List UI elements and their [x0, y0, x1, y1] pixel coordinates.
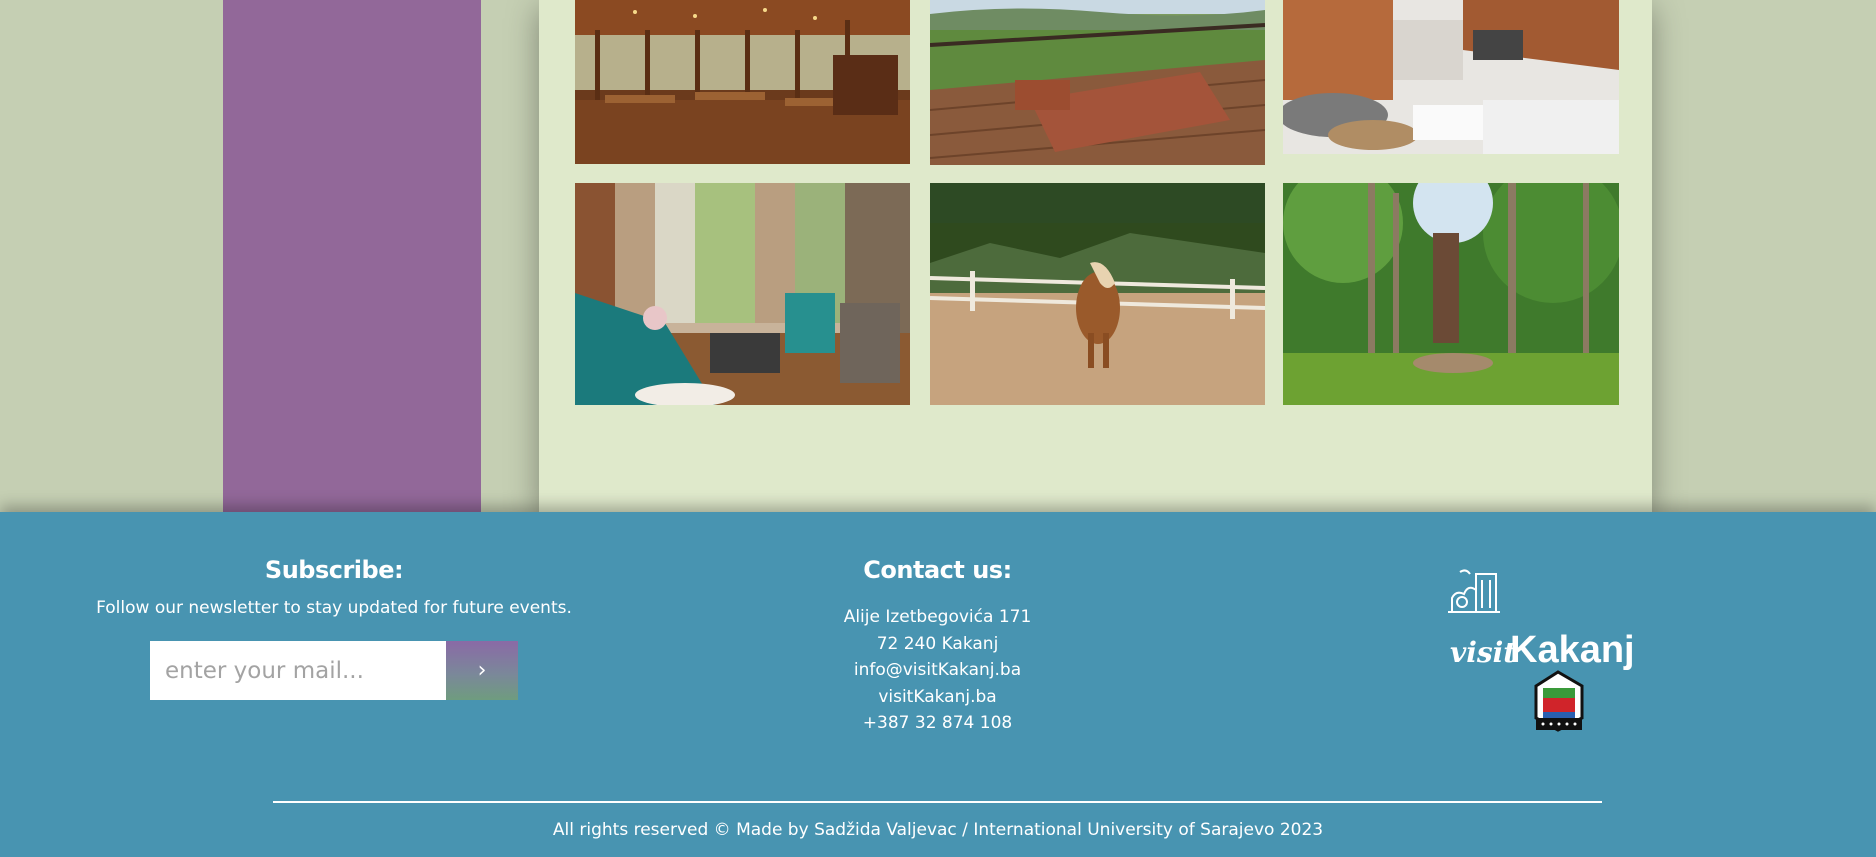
coat-of-arms-icon	[1534, 670, 1584, 732]
contact-title: Contact us:	[863, 556, 1012, 584]
contact-city: 72 240 Kakanj	[876, 633, 999, 654]
city-building-icon	[1448, 569, 1500, 613]
email-input[interactable]	[150, 641, 446, 700]
logo-name-text: Kakanj	[1510, 629, 1635, 671]
horse-paddock-photo[interactable]	[930, 183, 1265, 405]
contact-details: Alije Izetbegovića 171 72 240 Kakanj inf…	[800, 604, 1075, 737]
chevron-right-icon: ›	[477, 658, 487, 683]
gallery-panel	[539, 0, 1652, 512]
subscribe-section: Subscribe: Follow our newsletter to stay…	[0, 556, 668, 618]
terrace-view-photo[interactable]	[930, 0, 1265, 165]
subscribe-description: Follow our newsletter to stay updated fo…	[96, 598, 572, 618]
contact-phone: +387 32 874 108	[862, 713, 1013, 733]
contact-address: Alije Izetbegovića 171	[843, 607, 1032, 627]
newsletter-form: ›	[150, 641, 518, 700]
chalet-living-room-photo[interactable]	[1283, 0, 1619, 154]
lounge-sofa-photo[interactable]	[575, 183, 910, 405]
visitkakanj-brand[interactable]: visit Kakanj	[1448, 568, 1658, 772]
contact-email-link[interactable]: info@visitKakanj.ba	[800, 657, 1075, 684]
footer-divider	[273, 801, 1602, 803]
sidebar-strip	[223, 0, 481, 512]
contact-section: Contact us: Alije Izetbegovića 171 72 24…	[800, 556, 1075, 737]
subscribe-title: Subscribe:	[264, 556, 404, 584]
restaurant-interior-photo[interactable]	[575, 0, 910, 164]
visitkakanj-logo: visit Kakanj	[1448, 569, 1635, 732]
subscribe-submit-button[interactable]: ›	[446, 641, 518, 700]
logo-prefix-text: visit	[1450, 636, 1516, 669]
forest-treehouse-photo[interactable]	[1283, 183, 1619, 405]
contact-website-link[interactable]: visitKakanj.ba	[800, 684, 1075, 711]
copyright-text: All rights reserved © Made by Sadžida Va…	[552, 820, 1324, 840]
